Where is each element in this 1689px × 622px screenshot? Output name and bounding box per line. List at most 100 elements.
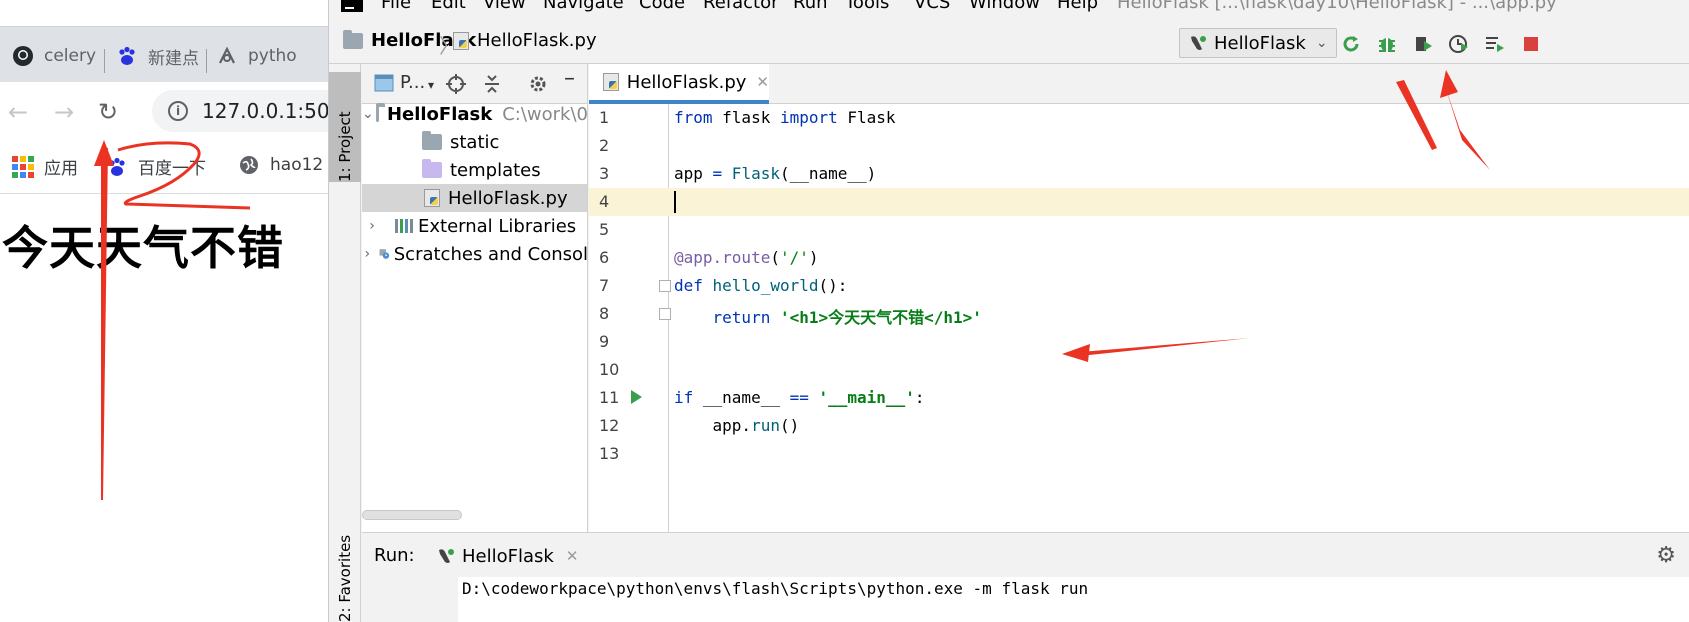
- apps-grid-icon: [12, 155, 34, 178]
- run-panel: Run: HelloFlask ✕ ⚙ D:\codeworkpace\pyth…: [362, 532, 1689, 622]
- profile-icon[interactable]: [1447, 32, 1471, 56]
- pycharm-logo-icon: [341, 0, 363, 12]
- tree-item-helloflask-py[interactable]: HelloFlask.py: [362, 184, 587, 212]
- chevron-down-icon[interactable]: ⌄: [362, 106, 374, 122]
- menu-refactor[interactable]: Refactor: [703, 0, 779, 13]
- chevron-right-icon[interactable]: ›: [362, 218, 382, 234]
- run-tab-helloflask[interactable]: HelloFlask ✕: [436, 541, 578, 571]
- fold-marker-icon[interactable]: [659, 280, 671, 292]
- run-list-icon[interactable]: [1483, 32, 1507, 56]
- tab-favorites[interactable]: 2: Favorites: [329, 524, 361, 622]
- editor-tab-helloflask-py[interactable]: HelloFlask.py ✕: [589, 64, 769, 104]
- stop-icon[interactable]: [1519, 32, 1543, 56]
- code-line[interactable]: 10: [589, 356, 1689, 384]
- fold-marker-icon[interactable]: [659, 308, 671, 320]
- code-line[interactable]: 13: [589, 440, 1689, 468]
- ide-window: File Edit View Navigate Code Refactor Ru…: [328, 0, 1689, 622]
- locate-icon[interactable]: [446, 74, 466, 94]
- run-configuration-select[interactable]: HelloFlask ⌄: [1179, 28, 1337, 58]
- menu-navigate[interactable]: Navigate: [543, 0, 624, 13]
- code-line[interactable]: 6 @app.route('/'): [589, 244, 1689, 272]
- gear-icon[interactable]: [528, 74, 548, 94]
- back-icon[interactable]: ←: [8, 98, 28, 126]
- chevron-down-icon[interactable]: ▾: [428, 78, 434, 92]
- menu-view[interactable]: View: [483, 0, 526, 13]
- breadcrumb-file[interactable]: HelloFlask.py: [453, 30, 597, 51]
- menu-run[interactable]: Run: [793, 0, 828, 13]
- tree-item-scratches[interactable]: › Scratches and Consol: [362, 240, 587, 268]
- address-url: 127.0.0.1:500: [202, 99, 330, 123]
- menu-bar: File Edit View Navigate Code Refactor Ru…: [329, 0, 1689, 16]
- menu-window[interactable]: Window: [969, 0, 1040, 13]
- line-number: 4: [599, 192, 610, 211]
- reload-icon[interactable]: ↻: [98, 98, 118, 126]
- flask-run-icon: [439, 549, 454, 563]
- run-console[interactable]: D:\codeworkpace\python\envs\flash\Script…: [458, 577, 1689, 622]
- tree-item-static[interactable]: static: [362, 128, 587, 156]
- console-line: D:\codeworkpace\python\envs\flash\Script…: [462, 579, 1089, 598]
- code-line[interactable]: 3 app = Flask(__name__): [589, 160, 1689, 188]
- tab-project[interactable]: 1: Project: [329, 72, 361, 182]
- tree-item-label: HelloFlask: [386, 103, 493, 125]
- chevron-down-icon: ⌄: [1315, 35, 1328, 51]
- line-number: 9: [599, 332, 610, 351]
- line-number: 2: [599, 136, 610, 155]
- tree-item-helloflask[interactable]: ⌄ HelloFlask C:\work\0: [362, 100, 587, 128]
- project-panel: P... ▾ – ⌄ HelloFlask C:\work\0 static t…: [362, 64, 588, 560]
- browser-tab-new[interactable]: 新建点: [116, 41, 199, 71]
- window-title: HelloFlask [...\flask\day10\HelloFlask] …: [1117, 0, 1557, 13]
- gear-icon[interactable]: ⚙: [1656, 543, 1676, 568]
- browser-tab-strip: celery 新建点 pytho: [0, 26, 330, 82]
- code-line[interactable]: 11 if __name__ == '__main__':: [589, 384, 1689, 412]
- bookmarks-bar: 应用 百度一下 hao12: [0, 140, 330, 194]
- code-line[interactable]: 2: [589, 132, 1689, 160]
- close-icon[interactable]: ✕: [756, 73, 769, 91]
- rerun-icon[interactable]: [1339, 32, 1363, 56]
- code-line[interactable]: 7 def hello_world():: [589, 272, 1689, 300]
- code-line[interactable]: 5: [589, 216, 1689, 244]
- code-line[interactable]: 12 app.run(): [589, 412, 1689, 440]
- menu-edit[interactable]: Edit: [431, 0, 466, 13]
- editor-tab-label: HelloFlask.py: [626, 71, 747, 93]
- menu-code[interactable]: Code: [639, 0, 685, 13]
- menu-tools[interactable]: Tools: [845, 0, 889, 13]
- browser-tab-python[interactable]: pytho: [216, 41, 297, 71]
- run-tab-label: HelloFlask: [462, 545, 554, 567]
- code-text: app.run(): [712, 416, 800, 435]
- chevron-right-icon[interactable]: ›: [362, 246, 373, 262]
- browser-tab-celery[interactable]: celery: [12, 41, 96, 71]
- address-bar[interactable]: i 127.0.0.1:500: [152, 90, 330, 132]
- browser-tab-label: pytho: [248, 46, 297, 66]
- forward-icon[interactable]: →: [54, 98, 74, 126]
- horizontal-scrollbar[interactable]: [362, 510, 462, 520]
- code-line[interactable]: 9: [589, 328, 1689, 356]
- line-number: 7: [599, 276, 610, 295]
- menu-help[interactable]: Help: [1057, 0, 1098, 13]
- tab-favorites-label: 2: Favorites: [336, 534, 354, 622]
- line-number: 3: [599, 164, 610, 183]
- tree-item-templates[interactable]: templates: [362, 156, 587, 184]
- collapse-all-icon[interactable]: [482, 74, 502, 94]
- bookmark-label: 应用: [44, 159, 78, 179]
- baidu-paw-icon: [116, 45, 138, 67]
- bookmark-baidu[interactable]: 百度一下: [106, 154, 206, 179]
- run-gutter-icon[interactable]: [631, 390, 642, 404]
- code-line[interactable]: 8 return '<h1>今天天气不错</h1>': [589, 300, 1689, 328]
- line-number: 1: [599, 108, 610, 127]
- code-line[interactable]: 1 from flask import Flask: [589, 104, 1689, 132]
- code-line-current[interactable]: 4: [589, 188, 1689, 216]
- tree-item-external-libraries[interactable]: › External Libraries: [362, 212, 587, 240]
- coverage-icon[interactable]: [1411, 32, 1435, 56]
- github-icon: [12, 45, 34, 67]
- info-icon[interactable]: i: [168, 101, 188, 121]
- bookmark-apps[interactable]: 应用: [12, 154, 78, 179]
- menu-file[interactable]: File: [381, 0, 411, 13]
- minimize-icon[interactable]: –: [564, 66, 575, 91]
- close-icon[interactable]: ✕: [566, 547, 579, 565]
- debug-icon[interactable]: [1375, 32, 1399, 56]
- project-view-selector[interactable]: P...: [400, 72, 425, 93]
- browser-toolbar: ← → ↻ i 127.0.0.1:500: [0, 82, 330, 140]
- bookmark-hao123[interactable]: hao12: [238, 154, 323, 176]
- menu-vcs[interactable]: VCS: [914, 0, 950, 13]
- folder-icon: [343, 29, 363, 49]
